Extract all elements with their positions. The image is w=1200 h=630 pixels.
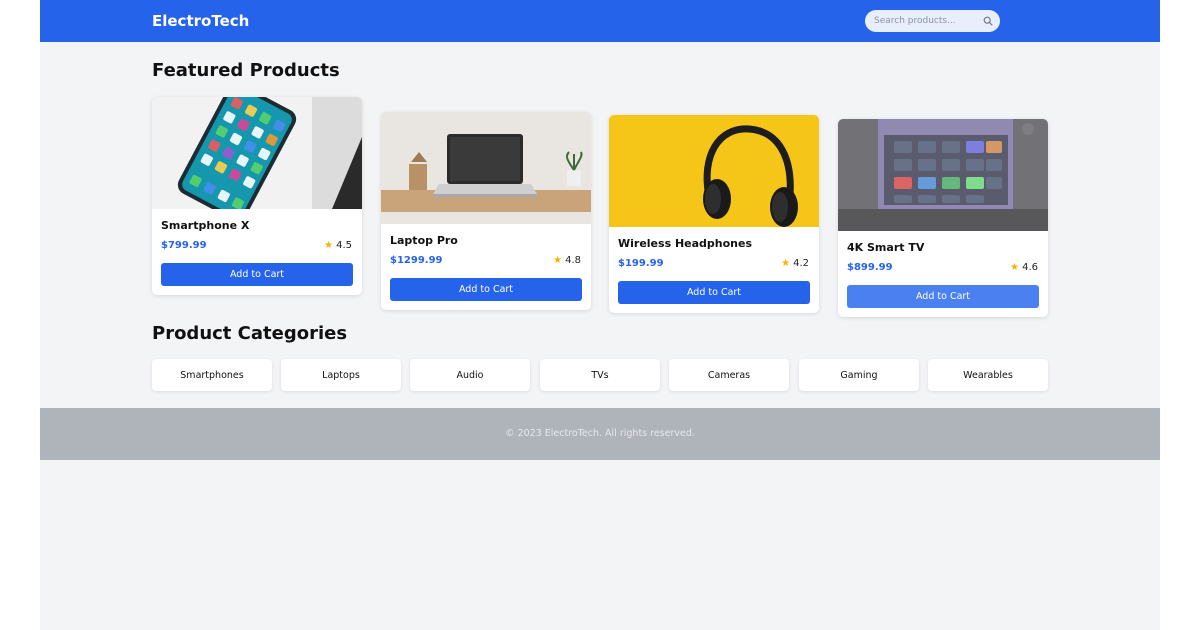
- category-list: Smartphones Laptops Audio TVs Cameras Ga…: [152, 359, 1048, 391]
- star-icon: ★: [781, 258, 791, 269]
- product-name[interactable]: 4K Smart TV: [847, 241, 924, 254]
- rating-value: 4.8: [565, 255, 581, 266]
- smartphone-image: [152, 97, 362, 209]
- search-icon[interactable]: [983, 16, 993, 26]
- product-name[interactable]: Laptop Pro: [390, 234, 458, 247]
- category-smartphones[interactable]: Smartphones: [152, 359, 272, 391]
- product-card-headphones[interactable]: Wireless Headphones $199.99 ★ 4.2 Add to …: [609, 115, 819, 313]
- category-cameras[interactable]: Cameras: [669, 359, 789, 391]
- brand-logo[interactable]: ElectroTech: [152, 11, 249, 31]
- product-price: $899.99: [847, 262, 893, 273]
- headphones-image: [609, 115, 819, 227]
- footer: © 2023 ElectroTech. All rights reserved.: [40, 408, 1160, 460]
- category-audio[interactable]: Audio: [410, 359, 530, 391]
- header-bar: ElectroTech: [40, 0, 1160, 42]
- product-price: $1299.99: [390, 255, 443, 266]
- product-name[interactable]: Wireless Headphones: [618, 237, 752, 250]
- featured-products-title: Featured Products: [152, 60, 340, 81]
- category-wearables[interactable]: Wearables: [928, 359, 1048, 391]
- product-rating: ★ 4.6: [1010, 262, 1038, 273]
- smart-tv-image: [838, 119, 1048, 231]
- rating-value: 4.5: [336, 240, 352, 251]
- product-price: $799.99: [161, 240, 207, 251]
- copyright-text: © 2023 ElectroTech. All rights reserved.: [505, 428, 695, 439]
- star-icon: ★: [324, 240, 334, 251]
- star-icon: ★: [553, 255, 563, 266]
- product-card-laptop[interactable]: Laptop Pro $1299.99 ★ 4.8 Add to Cart: [381, 112, 591, 310]
- rating-value: 4.2: [793, 258, 809, 269]
- category-gaming[interactable]: Gaming: [799, 359, 919, 391]
- product-rating: ★ 4.2: [781, 258, 809, 269]
- product-name[interactable]: Smartphone X: [161, 219, 249, 232]
- category-laptops[interactable]: Laptops: [281, 359, 401, 391]
- product-price: $199.99: [618, 258, 664, 269]
- product-card-smartphone[interactable]: Smartphone X $799.99 ★ 4.5 Add to Cart: [152, 97, 362, 295]
- add-to-cart-button[interactable]: Add to Cart: [161, 263, 353, 286]
- product-rating: ★ 4.5: [324, 240, 352, 251]
- add-to-cart-button[interactable]: Add to Cart: [847, 285, 1039, 308]
- star-icon: ★: [1010, 262, 1020, 273]
- add-to-cart-button[interactable]: Add to Cart: [390, 278, 582, 301]
- search-input[interactable]: [865, 10, 1000, 32]
- product-rating: ★ 4.8: [553, 255, 581, 266]
- rating-value: 4.6: [1022, 262, 1038, 273]
- laptop-image: [381, 112, 591, 224]
- category-tvs[interactable]: TVs: [540, 359, 660, 391]
- product-card-smart-tv[interactable]: 4K Smart TV $899.99 ★ 4.6 Add to Cart: [838, 119, 1048, 317]
- product-categories-title: Product Categories: [152, 323, 348, 344]
- add-to-cart-button[interactable]: Add to Cart: [618, 281, 810, 304]
- page: ElectroTech Featured Products: [40, 0, 1160, 630]
- search-box[interactable]: [865, 10, 1000, 32]
